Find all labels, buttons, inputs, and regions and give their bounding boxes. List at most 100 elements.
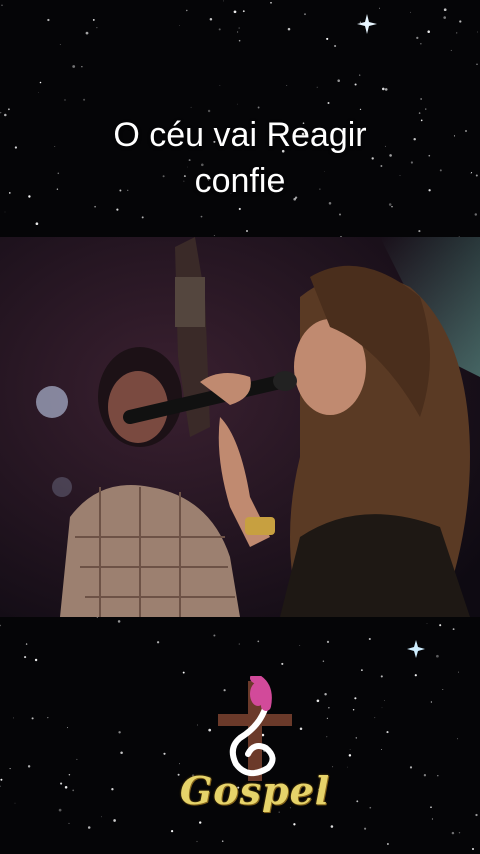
star bbox=[334, 44, 337, 48]
star bbox=[436, 654, 439, 658]
star bbox=[416, 36, 419, 40]
star bbox=[64, 786, 68, 789]
star bbox=[219, 85, 221, 86]
star bbox=[286, 85, 288, 86]
star bbox=[66, 727, 69, 729]
star bbox=[14, 802, 16, 804]
star bbox=[238, 27, 240, 29]
star bbox=[430, 701, 433, 703]
star bbox=[76, 758, 78, 760]
star bbox=[326, 37, 329, 40]
star bbox=[386, 843, 389, 845]
star bbox=[369, 806, 372, 809]
star bbox=[236, 103, 238, 105]
star bbox=[427, 30, 430, 33]
star bbox=[190, 106, 192, 108]
star bbox=[364, 827, 367, 830]
star bbox=[92, 18, 95, 21]
star bbox=[179, 25, 180, 26]
star bbox=[38, 92, 39, 93]
star bbox=[425, 108, 427, 110]
star bbox=[451, 831, 455, 835]
star bbox=[186, 9, 188, 12]
star bbox=[24, 656, 27, 659]
star bbox=[100, 816, 102, 818]
star bbox=[238, 643, 240, 645]
star bbox=[87, 826, 91, 829]
star bbox=[35, 222, 39, 226]
star bbox=[196, 840, 198, 843]
star bbox=[81, 66, 83, 68]
star bbox=[339, 213, 341, 216]
star bbox=[379, 7, 381, 9]
star bbox=[200, 215, 203, 218]
star bbox=[337, 79, 340, 82]
star bbox=[359, 108, 362, 111]
star bbox=[457, 671, 460, 673]
star bbox=[245, 229, 249, 233]
star bbox=[0, 778, 3, 781]
star bbox=[299, 645, 301, 646]
star bbox=[381, 748, 382, 750]
star bbox=[352, 709, 355, 711]
star bbox=[472, 848, 474, 850]
star bbox=[281, 662, 284, 665]
star bbox=[85, 31, 89, 35]
logo-wordmark: Gospel bbox=[179, 768, 331, 813]
star bbox=[233, 10, 237, 14]
star bbox=[237, 31, 239, 33]
star bbox=[430, 806, 432, 809]
star bbox=[1, 4, 3, 7]
video-caption: O céu vai Reagir confie bbox=[0, 112, 480, 204]
star bbox=[368, 637, 371, 641]
star bbox=[68, 774, 71, 776]
star bbox=[47, 717, 49, 719]
star bbox=[457, 738, 458, 740]
star bbox=[270, 2, 272, 4]
star bbox=[347, 766, 348, 768]
star bbox=[414, 674, 417, 677]
star bbox=[458, 832, 461, 834]
star bbox=[68, 822, 70, 824]
star bbox=[58, 808, 62, 812]
star bbox=[349, 749, 351, 751]
star bbox=[223, 0, 225, 2]
star bbox=[386, 731, 389, 734]
star bbox=[420, 43, 422, 45]
star bbox=[116, 208, 119, 211]
star bbox=[94, 205, 96, 208]
star bbox=[380, 675, 383, 678]
star bbox=[72, 789, 75, 792]
star bbox=[72, 65, 76, 68]
star bbox=[111, 788, 114, 791]
star bbox=[163, 752, 166, 755]
star bbox=[418, 230, 421, 233]
star bbox=[355, 737, 358, 739]
star bbox=[391, 205, 393, 208]
star bbox=[287, 27, 291, 31]
star bbox=[257, 106, 260, 109]
star bbox=[31, 717, 34, 720]
star bbox=[410, 11, 411, 13]
star bbox=[27, 765, 31, 768]
star bbox=[420, 98, 422, 100]
star bbox=[304, 13, 306, 16]
star bbox=[64, 99, 66, 101]
star bbox=[384, 88, 388, 91]
star bbox=[439, 624, 442, 627]
star bbox=[348, 754, 352, 757]
star bbox=[221, 840, 224, 842]
star bbox=[47, 18, 50, 22]
star bbox=[423, 774, 427, 777]
star bbox=[213, 634, 216, 637]
star bbox=[83, 98, 86, 101]
star bbox=[242, 10, 245, 13]
star bbox=[327, 102, 330, 104]
star bbox=[25, 643, 28, 645]
star bbox=[426, 623, 428, 624]
star bbox=[34, 658, 38, 662]
video-frame[interactable] bbox=[0, 237, 480, 617]
caption-line-2: confie bbox=[194, 162, 286, 200]
star bbox=[141, 216, 144, 219]
star bbox=[431, 818, 433, 820]
